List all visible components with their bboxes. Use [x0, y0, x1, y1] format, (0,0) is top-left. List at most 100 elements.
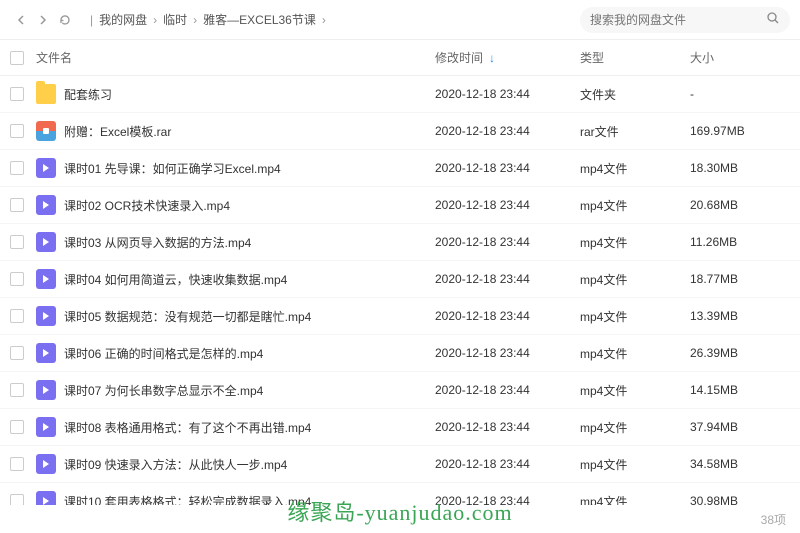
file-size: 14.15MB [690, 383, 800, 397]
file-name: 课时01 先导课：如何正确学习Excel.mp4 [64, 160, 281, 177]
file-type: mp4文件 [580, 345, 690, 362]
row-checkbox[interactable] [10, 161, 24, 175]
refresh-button[interactable] [54, 9, 76, 31]
mp4-icon [36, 417, 56, 437]
breadcrumb: | 我的网盘 › 临时 › 雅客—EXCEL36节课 › [84, 11, 580, 28]
row-checkbox[interactable] [10, 346, 24, 360]
crumb-1[interactable]: 临时 [163, 11, 187, 28]
row-checkbox[interactable] [10, 87, 24, 101]
file-size: 18.77MB [690, 272, 800, 286]
file-type: mp4文件 [580, 160, 690, 177]
file-type: rar文件 [580, 123, 690, 140]
file-time: 2020-12-18 23:44 [435, 272, 580, 286]
mp4-icon [36, 380, 56, 400]
crumb-2[interactable]: 雅客—EXCEL36节课 [203, 11, 316, 28]
file-time: 2020-12-18 23:44 [435, 235, 580, 249]
header-name[interactable]: 文件名 [34, 49, 435, 66]
header-type[interactable]: 类型 [580, 49, 690, 66]
mp4-icon [36, 343, 56, 363]
file-type: mp4文件 [580, 308, 690, 325]
file-list: 配套练习2020-12-18 23:44文件夹-附赠：Excel模板.rar20… [0, 76, 800, 505]
mp4-icon [36, 306, 56, 326]
back-button[interactable] [10, 9, 32, 31]
file-type: mp4文件 [580, 419, 690, 436]
file-type: mp4文件 [580, 493, 690, 506]
file-size: 13.39MB [690, 309, 800, 323]
file-name: 配套练习 [64, 86, 112, 103]
table-row[interactable]: 课时07 为何长串数字总显示不全.mp4 2020-12-18 23:44mp4文… [0, 372, 800, 409]
file-type: mp4文件 [580, 197, 690, 214]
file-type: mp4文件 [580, 234, 690, 251]
separator-icon: | [90, 13, 93, 27]
row-checkbox[interactable] [10, 309, 24, 323]
mp4-icon [36, 269, 56, 289]
chevron-right-icon: › [322, 13, 326, 27]
table-row[interactable]: 课时10 套用表格格式：轻松完成数据录入.mp42020-12-18 23:44… [0, 483, 800, 505]
table-row[interactable]: 课时05 数据规范：没有规范一切都是瞎忙.mp4 2020-12-18 23:44… [0, 298, 800, 335]
file-type: mp4文件 [580, 271, 690, 288]
table-header: 文件名 修改时间↓ 类型 大小 [0, 40, 800, 76]
file-time: 2020-12-18 23:44 [435, 346, 580, 360]
search-input[interactable] [590, 13, 760, 27]
table-row[interactable]: 课时06 正确的时间格式是怎样的.mp4 2020-12-18 23:44mp4文… [0, 335, 800, 372]
file-time: 2020-12-18 23:44 [435, 383, 580, 397]
file-time: 2020-12-18 23:44 [435, 198, 580, 212]
row-checkbox[interactable] [10, 272, 24, 286]
chevron-right-icon: › [193, 13, 197, 27]
folder-icon [36, 84, 56, 104]
file-time: 2020-12-18 23:44 [435, 87, 580, 101]
mp4-icon [36, 491, 56, 505]
forward-button[interactable] [32, 9, 54, 31]
crumb-0[interactable]: 我的网盘 [99, 11, 147, 28]
row-checkbox[interactable] [10, 494, 24, 505]
file-type: mp4文件 [580, 456, 690, 473]
file-size: 30.98MB [690, 494, 800, 505]
chevron-right-icon: › [153, 13, 157, 27]
search-box[interactable] [580, 7, 790, 33]
table-row[interactable]: 课时04 如何用简道云，快速收集数据.mp4 2020-12-18 23:44mp… [0, 261, 800, 298]
table-row[interactable]: 课时03 从网页导入数据的方法.mp42020-12-18 23:44mp4文件… [0, 224, 800, 261]
file-time: 2020-12-18 23:44 [435, 124, 580, 138]
file-size: 11.26MB [690, 235, 800, 249]
mp4-icon [36, 454, 56, 474]
select-all-checkbox[interactable] [10, 51, 24, 65]
file-name: 课时05 数据规范：没有规范一切都是瞎忙.mp4 [64, 308, 311, 325]
file-size: 26.39MB [690, 346, 800, 360]
file-time: 2020-12-18 23:44 [435, 494, 580, 505]
row-checkbox[interactable] [10, 124, 24, 138]
file-type: 文件夹 [580, 86, 690, 103]
file-name: 课时04 如何用简道云，快速收集数据.mp4 [64, 271, 287, 288]
mp4-icon [36, 158, 56, 178]
row-checkbox[interactable] [10, 198, 24, 212]
sort-arrow-down-icon: ↓ [489, 51, 495, 65]
file-name: 课时07 为何长串数字总显示不全.mp4 [64, 382, 263, 399]
header-size[interactable]: 大小 [690, 49, 800, 66]
file-type: mp4文件 [580, 382, 690, 399]
header-time[interactable]: 修改时间↓ [435, 49, 580, 66]
table-row[interactable]: 课时08 表格通用格式：有了这个不再出错.mp42020-12-18 23:44… [0, 409, 800, 446]
file-time: 2020-12-18 23:44 [435, 161, 580, 175]
file-name: 课时08 表格通用格式：有了这个不再出错.mp4 [64, 419, 311, 436]
row-checkbox[interactable] [10, 383, 24, 397]
footer: 38项 [0, 505, 800, 533]
row-checkbox[interactable] [10, 420, 24, 434]
file-size: 34.58MB [690, 457, 800, 471]
file-size: 20.68MB [690, 198, 800, 212]
file-name: 课时09 快速录入方法：从此快人一步.mp4 [64, 456, 287, 473]
file-name: 课时02 OCR技术快速录入.mp4 [64, 197, 230, 214]
table-row[interactable]: 课时02 OCR技术快速录入.mp4 2020-12-18 23:44mp4文件2… [0, 187, 800, 224]
file-size: 169.97MB [690, 124, 800, 138]
file-time: 2020-12-18 23:44 [435, 309, 580, 323]
table-row[interactable]: 课时09 快速录入方法：从此快人一步.mp42020-12-18 23:44mp… [0, 446, 800, 483]
file-name: 课时06 正确的时间格式是怎样的.mp4 [64, 345, 263, 362]
row-checkbox[interactable] [10, 235, 24, 249]
table-row[interactable]: 配套练习2020-12-18 23:44文件夹- [0, 76, 800, 113]
table-row[interactable]: 附赠：Excel模板.rar 2020-12-18 23:44rar文件169.9… [0, 113, 800, 150]
toolbar: | 我的网盘 › 临时 › 雅客—EXCEL36节课 › [0, 0, 800, 40]
item-count: 38项 [761, 511, 786, 528]
table-row[interactable]: 课时01 先导课：如何正确学习Excel.mp4 2020-12-18 23:44… [0, 150, 800, 187]
search-icon[interactable] [766, 11, 780, 28]
file-size: 37.94MB [690, 420, 800, 434]
file-name: 附赠：Excel模板.rar [64, 123, 171, 140]
row-checkbox[interactable] [10, 457, 24, 471]
